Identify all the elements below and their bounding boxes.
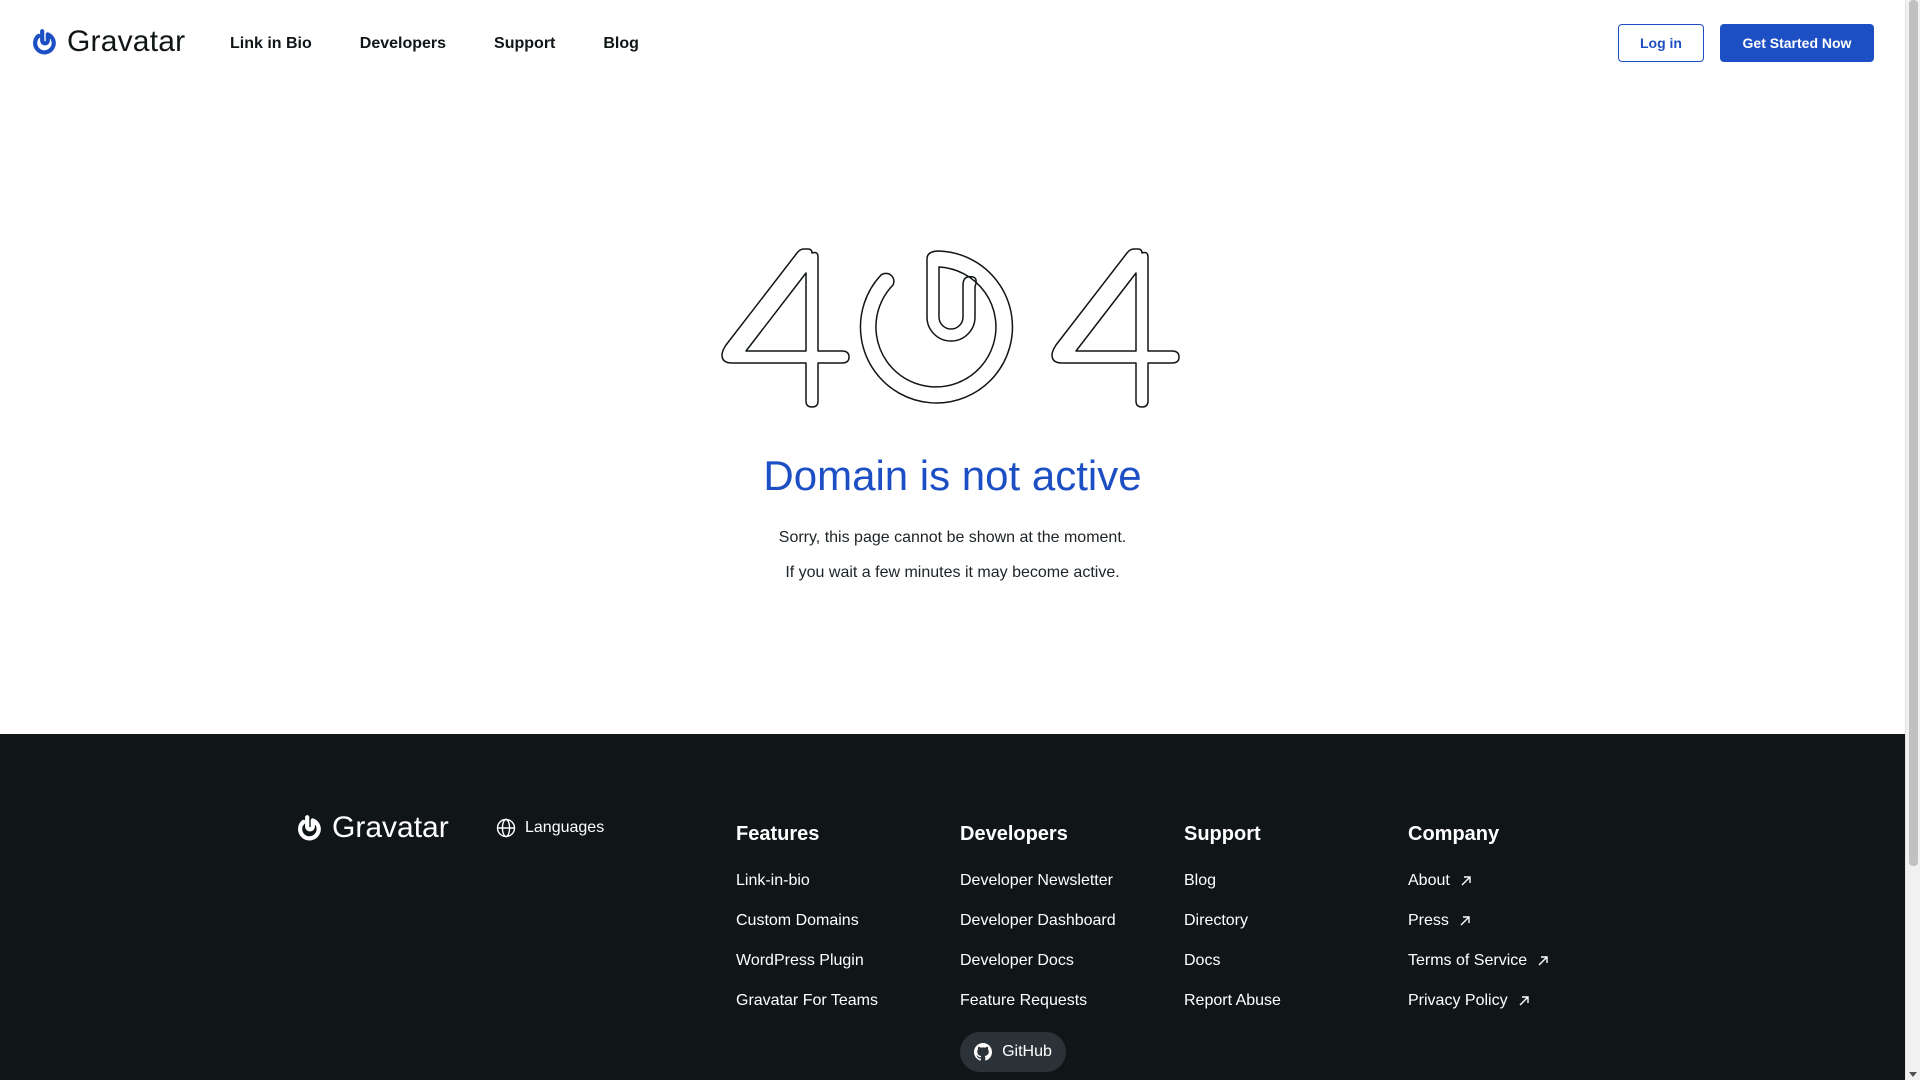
- gravatar-logo[interactable]: Gravatar: [31, 27, 185, 57]
- footer-link-label: Terms of Service: [1408, 952, 1528, 969]
- nav-developers[interactable]: Developers: [360, 32, 446, 56]
- footer-link-label: Privacy Policy: [1408, 992, 1508, 1009]
- footer-link[interactable]: Directory: [1184, 910, 1281, 932]
- footer-link-label: WordPress Plugin: [736, 952, 864, 969]
- site-header: Gravatar Link in Bio Developers Support …: [0, 0, 1905, 86]
- footer-link[interactable]: Docs: [1184, 950, 1281, 972]
- footer-column-support: Support Blog Directory Docs Report Abuse: [1184, 822, 1281, 1030]
- footer-column-title: Features: [736, 823, 820, 845]
- page-scrollbar[interactable]: [1905, 0, 1920, 1080]
- external-arrow-icon: [1460, 916, 1470, 926]
- globe-icon: [496, 818, 516, 838]
- external-arrow-icon: [1461, 876, 1471, 886]
- footer-link-external[interactable]: About: [1408, 870, 1549, 892]
- github-button[interactable]: GitHub: [960, 1032, 1066, 1072]
- page: Gravatar Link in Bio Developers Support …: [0, 0, 1905, 1080]
- footer-column-developers: Developers Developer Newsletter Develope…: [960, 822, 1116, 1030]
- github-label: GitHub: [1002, 1043, 1052, 1060]
- footer-link[interactable]: Report Abuse: [1184, 990, 1281, 1012]
- footer-link-external[interactable]: Privacy Policy: [1408, 990, 1549, 1012]
- nav-link-in-bio[interactable]: Link in Bio: [230, 32, 312, 56]
- footer-link[interactable]: Developer Newsletter: [960, 870, 1116, 892]
- footer-link[interactable]: Link-in-bio: [736, 870, 878, 892]
- footer-link-label: Press: [1408, 912, 1449, 929]
- nav-blog[interactable]: Blog: [603, 32, 639, 56]
- error-message-line-2: If you wait a few minutes it may become …: [785, 564, 1120, 581]
- footer-column-title: Support: [1184, 823, 1261, 845]
- 404-illustration: [721, 248, 1180, 408]
- languages-button[interactable]: Languages: [496, 818, 604, 838]
- footer-link-label: Report Abuse: [1184, 992, 1281, 1009]
- footer-link[interactable]: Developer Docs: [960, 950, 1116, 972]
- footer-gravatar-logo[interactable]: Gravatar: [296, 813, 449, 843]
- scrollbar-thumb[interactable]: [1909, 0, 1918, 866]
- site-footer: Gravatar Languages Features Link-in-bio …: [0, 734, 1905, 1080]
- footer-link[interactable]: Developer Dashboard: [960, 910, 1116, 932]
- digit-0-logo: [859, 250, 1014, 404]
- logo-text: Gravatar: [67, 25, 186, 58]
- footer-link-label: Developer Dashboard: [960, 912, 1116, 929]
- error-message-line-1: Sorry, this page cannot be shown at the …: [778, 529, 1127, 546]
- footer-link[interactable]: WordPress Plugin: [736, 950, 878, 972]
- footer-link-label: Developer Docs: [960, 952, 1074, 969]
- footer-logo-text: Gravatar: [332, 811, 449, 844]
- scroll-down-arrow-icon[interactable]: [1909, 1072, 1917, 1077]
- footer-column-company: Company About Press Terms of Service Pri…: [1408, 822, 1549, 1030]
- footer-link-label: Directory: [1184, 912, 1249, 929]
- footer-link-label: Gravatar For Teams: [736, 992, 878, 1009]
- footer-link[interactable]: Gravatar For Teams: [736, 990, 878, 1012]
- get-started-button[interactable]: Get Started Now: [1720, 24, 1874, 62]
- error-code-graphic: 404: [720, 245, 1186, 416]
- external-arrow-icon: [1538, 956, 1548, 966]
- footer-link-label: Developer Newsletter: [960, 872, 1113, 889]
- login-button[interactable]: Log in: [1618, 24, 1704, 62]
- footer-column-title: Developers: [960, 823, 1068, 845]
- gravatar-logo-icon: [33, 29, 56, 55]
- footer-column-features: Features Link-in-bio Custom Domains Word…: [736, 822, 878, 1030]
- external-arrow-icon: [1519, 996, 1529, 1006]
- footer-link-label: Blog: [1184, 872, 1217, 889]
- footer-link[interactable]: Feature Requests: [960, 990, 1116, 1012]
- footer-link-label: About: [1408, 872, 1450, 889]
- footer-link[interactable]: Blog: [1184, 870, 1281, 892]
- github-icon: [974, 1043, 993, 1061]
- languages-label: Languages: [525, 819, 605, 836]
- gravatar-logo-icon: [298, 815, 321, 841]
- footer-link-label: Custom Domains: [736, 912, 859, 929]
- footer-link-external[interactable]: Terms of Service: [1408, 950, 1549, 972]
- digit-4-left: [721, 248, 850, 408]
- main-nav: Link in Bio Developers Support Blog: [230, 32, 687, 56]
- footer-link-label: Docs: [1184, 952, 1221, 969]
- nav-support[interactable]: Support: [494, 32, 555, 56]
- footer-link-label: Link-in-bio: [736, 872, 810, 889]
- error-headline: Domain is not active: [763, 452, 1142, 499]
- footer-link-external[interactable]: Press: [1408, 910, 1549, 932]
- footer-link-label: Feature Requests: [960, 992, 1088, 1009]
- footer-link[interactable]: Custom Domains: [736, 910, 878, 932]
- footer-column-title: Company: [1408, 823, 1500, 845]
- digit-4-right: [1051, 248, 1180, 408]
